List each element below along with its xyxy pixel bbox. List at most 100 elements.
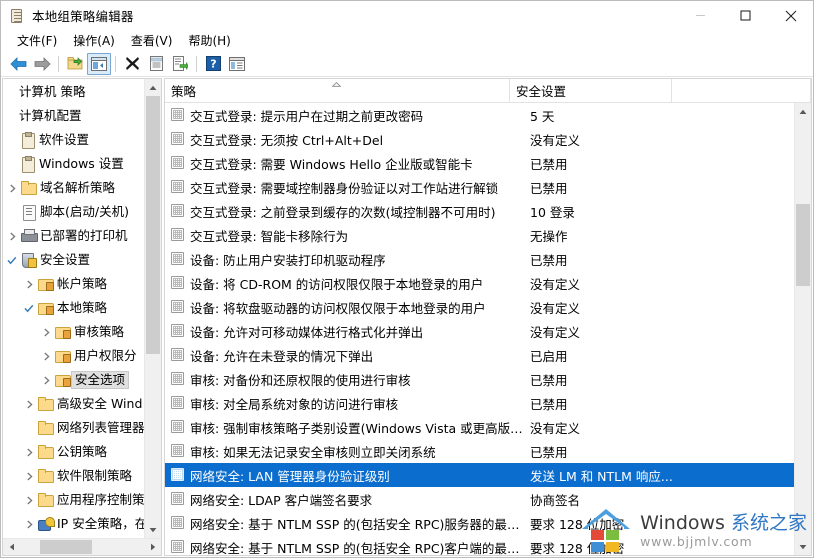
chevron-right-icon[interactable] [4,180,20,196]
table-row[interactable]: 交互式登录: 无须按 Ctrl+Alt+Del 没有定义 [165,127,794,151]
tree-item-8[interactable]: 帐户策略 [3,272,144,296]
list-scroll-track[interactable] [795,120,811,538]
tree-scroll-right-icon[interactable] [144,539,161,555]
policy-setting-icon [171,348,185,362]
table-row[interactable]: 设备: 将软盘驱动器的访问权限仅限于本地登录的用户 没有定义 [165,295,794,319]
table-row[interactable]: 网络安全: 基于 NTLM SSP 的(包括安全 RPC)客户端的最小... 要求… [165,535,794,555]
table-row[interactable]: 交互式登录: 提示用户在过期之前更改密码 5 天 [165,103,794,127]
tree-vertical-scrollbar[interactable] [144,79,161,538]
back-arrow-icon[interactable] [6,53,30,75]
chevron-right-icon[interactable] [21,276,37,292]
shield-lock-icon [20,252,37,268]
tree-item-label: 应用程序控制策 [57,492,144,507]
navigation-tree[interactable]: 计算机 策略 计算机配置 软件设置 Windows 设置 域名解析策略 脚本(启动/关机)… [3,79,144,538]
chevron-right-icon[interactable] [21,492,37,508]
chevron-right-icon[interactable] [38,372,54,388]
tree-item-14[interactable]: 网络列表管理器 [3,416,144,440]
up-folder-icon[interactable] [63,53,87,75]
navigation-tree-pane: 计算机 策略 计算机配置 软件设置 Windows 设置 域名解析策略 脚本(启动/关机)… [2,78,162,556]
tree-hscroll-thumb[interactable] [40,540,92,554]
tree-scroll-down-icon[interactable] [145,521,161,538]
chevron-right-icon[interactable] [38,324,54,340]
chevron-down-icon[interactable] [21,300,37,316]
tree-hscroll-track[interactable] [20,539,144,555]
chevron-right-icon[interactable] [38,348,54,364]
minimize-button[interactable] [678,1,723,30]
policy-list[interactable]: 交互式登录: 提示用户在过期之前更改密码 5 天交互式登录: 无须按 Ctrl+A… [165,103,794,555]
folder-lock-icon [54,324,71,340]
tree-item-label: 公钥策略 [57,444,108,459]
forward-arrow-icon[interactable] [30,53,54,75]
table-row[interactable]: 审核: 对全局系统对象的访问进行审核 已禁用 [165,391,794,415]
chevron-right-icon[interactable] [4,228,20,244]
tree-item-18[interactable]: IP 安全策略，在 [3,512,144,536]
column-extra[interactable] [672,79,811,102]
chevron-right-icon[interactable] [21,516,37,532]
tree-item-1[interactable]: 计算机配置 [3,104,144,128]
table-row[interactable]: 交互式登录: 需要域控制器身份验证以对工作站进行解锁 已禁用 [165,175,794,199]
table-row[interactable]: 设备: 防止用户安装打印机驱动程序 已禁用 [165,247,794,271]
tree-scroll-track[interactable] [145,96,161,521]
tree-item-7[interactable]: 安全设置 [3,248,144,272]
tree-item-11[interactable]: 用户权限分 [3,344,144,368]
table-row[interactable]: 审核: 强制审核策略子类别设置(Windows Vista 或更高版本... 没有… [165,415,794,439]
tree-item-2[interactable]: 软件设置 [3,128,144,152]
table-row[interactable]: 交互式登录: 智能卡移除行为 无操作 [165,223,794,247]
table-row[interactable]: 网络安全: 基于 NTLM SSP 的(包括安全 RPC)服务器的最小... 要求… [165,511,794,535]
maximize-button[interactable] [723,1,768,30]
table-row[interactable]: 设备: 将 CD-ROM 的访问权限仅限于本地登录的用户 没有定义 [165,271,794,295]
policy-setting-icon [171,252,185,266]
column-security-setting[interactable]: 安全设置 [510,79,672,102]
policy-setting-icon [171,492,185,506]
menu-view[interactable]: 查看(V) [123,31,181,51]
table-row[interactable]: 网络安全: LDAP 客户端签名要求 协商签名 [165,487,794,511]
delete-icon[interactable] [120,53,144,75]
tree-horizontal-scrollbar[interactable] [3,538,161,555]
chevron-down-icon[interactable] [4,252,20,268]
tree-item-10[interactable]: 审核策略 [3,320,144,344]
tree-item-0[interactable]: 计算机 策略 [3,80,144,104]
table-row[interactable]: 交互式登录: 需要 Windows Hello 企业版或智能卡 已禁用 [165,151,794,175]
help-icon[interactable]: ? [201,53,225,75]
table-row[interactable]: 审核: 对备份和还原权限的使用进行审核 已禁用 [165,367,794,391]
tree-item-16[interactable]: 软件限制策略 [3,464,144,488]
menu-help[interactable]: 帮助(H) [180,31,238,51]
chevron-right-icon[interactable] [21,444,37,460]
show-pane-icon[interactable] [225,53,249,75]
tree-scroll-up-icon[interactable] [145,79,161,96]
column-policy[interactable]: 策略 [165,79,510,102]
tree-item-6[interactable]: 已部署的打印机 [3,224,144,248]
tree-item-label: 用户权限分 [74,348,137,363]
list-vertical-scrollbar[interactable] [794,103,811,555]
export-list-icon[interactable] [168,53,192,75]
menu-action[interactable]: 操作(A) [65,31,123,51]
table-row[interactable]: 审核: 如果无法记录安全审核则立即关闭系统 已禁用 [165,439,794,463]
table-row[interactable]: 设备: 允许在未登录的情况下弹出 已启用 [165,343,794,367]
list-scroll-thumb[interactable] [796,204,810,286]
tree-item-17[interactable]: 应用程序控制策 [3,488,144,512]
list-scroll-down-icon[interactable] [795,538,811,555]
list-column-headers: 策略 安全设置 [165,79,811,103]
tree-scroll-thumb[interactable] [146,96,160,354]
tree-item-label: 安全选项 [71,371,130,389]
show-hide-tree-icon[interactable] [87,52,111,75]
close-button[interactable] [768,1,813,30]
tree-item-13[interactable]: 高级安全 Wind [3,392,144,416]
list-scroll-up-icon[interactable] [795,103,811,120]
table-row[interactable]: 设备: 允许对可移动媒体进行格式化并弹出 没有定义 [165,319,794,343]
tree-item-12[interactable]: 安全选项 [3,368,144,392]
tree-item-5[interactable]: 脚本(启动/关机) [3,200,144,224]
table-row[interactable]: 交互式登录: 之前登录到缓存的次数(域控制器不可用时) 10 登录 [165,199,794,223]
chevron-right-icon[interactable] [21,468,37,484]
tree-item-4[interactable]: 域名解析策略 [3,176,144,200]
tree-item-15[interactable]: 公钥策略 [3,440,144,464]
tree-item-9[interactable]: 本地策略 [3,296,144,320]
table-row[interactable]: 网络安全: LAN 管理器身份验证级别 发送 LM 和 NTLM 响应... [165,463,794,487]
tree-item-19[interactable]: 高级审核策略配 [3,536,144,538]
menu-file[interactable]: 文件(F) [9,31,65,51]
tree-item-3[interactable]: Windows 设置 [3,152,144,176]
folder-icon [20,180,37,196]
tree-scroll-left-icon[interactable] [3,539,20,555]
chevron-right-icon[interactable] [21,396,37,412]
properties-icon[interactable] [144,53,168,75]
